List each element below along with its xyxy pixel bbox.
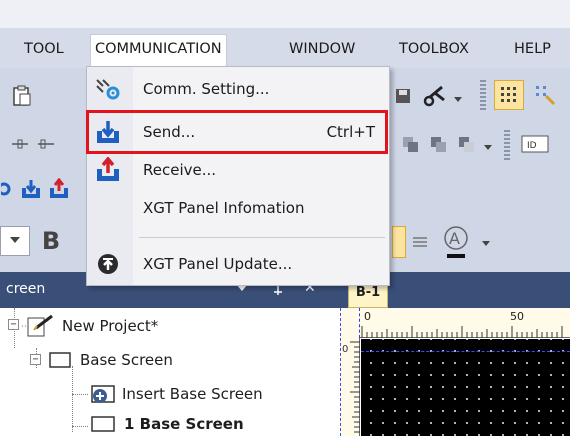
horizontal-ruler: 0 50 [360,308,570,338]
menu-communication[interactable]: COMMUNICATION [90,34,227,68]
cut-icon[interactable] [420,82,448,110]
tree-line [72,426,88,427]
grid-toggle-icon[interactable] [494,80,524,110]
menu-window[interactable]: WINDOW [285,34,359,64]
dropdown-arrow-icon[interactable] [452,94,464,106]
snap-grid-icon[interactable] [530,80,560,110]
tree-item-label: Base Screen [80,351,173,369]
tree-expander[interactable]: − [8,319,19,330]
screen-editor: 0 50 0 [340,308,570,436]
ruler-label: 0 [364,310,371,323]
id-tag-icon[interactable]: ID [520,132,550,156]
order-forward-icon[interactable] [456,134,478,156]
panel-update-icon [93,250,123,278]
bold-button[interactable]: B [36,224,66,258]
ruler-label: 50 [510,310,524,323]
guide-line-h [361,351,570,352]
tree-item-insert-base-screen[interactable]: Insert Base Screen [88,380,263,408]
project-icon [22,314,53,337]
receive-upload-icon [93,156,123,184]
title-strip [0,0,570,28]
svg-text:ID: ID [527,141,537,151]
text-color-swatch[interactable] [392,226,406,258]
menu-item-label: Comm. Setting... [143,80,270,98]
menu-separator [139,237,385,238]
font-color-icon[interactable]: A [438,222,474,262]
align-justify-icon[interactable] [410,232,430,252]
screen-icon [91,416,115,432]
order-front-icon[interactable] [400,134,422,156]
menu-item-comm-setting[interactable]: Comm. Setting... [87,72,389,106]
menu-item-panel-information[interactable]: XGT Panel Infomation [87,191,389,225]
menu-toolbox[interactable]: TOOLBOX [395,34,473,64]
toolbar-grip-2[interactable] [504,130,510,160]
ruler-corner [340,308,360,338]
send-highlight-box [86,110,388,154]
paste-icon[interactable] [10,84,34,108]
order-back-icon[interactable] [428,134,450,156]
font-color-dropdown-icon[interactable] [480,238,492,250]
menu-item-receive[interactable]: Receive... [87,153,389,187]
align-center-icon[interactable] [36,134,56,154]
guide-line-v [340,308,341,436]
tree-line [72,366,73,432]
menu-item-panel-update[interactable]: XGT Panel Update... [87,247,389,281]
menu-tool[interactable]: TOOL [20,34,68,64]
order-dropdown-icon[interactable] [482,142,494,154]
svg-text:0: 0 [342,344,348,355]
align-left-icon[interactable] [10,134,30,154]
svg-text:A: A [449,229,460,248]
communication-menu: Comm. Setting... Send... Ctrl+T Receive.… [86,66,390,286]
save-icon[interactable] [392,84,416,108]
tree-item-label: 1 Base Screen [124,415,244,433]
tree-item-label: Insert Base Screen [122,385,263,403]
menu-item-label: Receive... [143,161,217,179]
menu-item-label: XGT Panel Infomation [143,199,305,217]
menu-bar: TOOL COMMUNICATION WINDOW TOOLBOX HELP [0,28,570,68]
tree-expander[interactable]: − [30,354,41,365]
tree-item-1-base-screen[interactable]: 1 Base Screen [88,410,244,436]
tree-item-label: New Project* [62,317,159,335]
screen-canvas[interactable] [340,308,570,436]
font-size-dropdown[interactable] [0,226,30,256]
project-tree: − New Project* − Base Screen Insert Base… [0,308,340,436]
comm-setting-icon [93,75,123,103]
tree-item-base-screen[interactable]: Base Screen [44,346,173,374]
tree-line [72,394,88,395]
toolbar-grip[interactable] [480,80,486,112]
tree-item-project[interactable]: New Project* [22,312,158,340]
menu-item-label: XGT Panel Update... [143,255,293,273]
screen-panel-title: creen [6,281,46,297]
menu-help[interactable]: HELP [510,34,555,64]
vertical-ruler: 0 [340,338,360,436]
send-toolbar-icon[interactable] [18,176,44,202]
screen-icon [49,352,71,368]
settings-partial-icon[interactable] [0,178,14,200]
insert-screen-icon [91,385,115,403]
receive-toolbar-icon[interactable] [46,176,72,202]
